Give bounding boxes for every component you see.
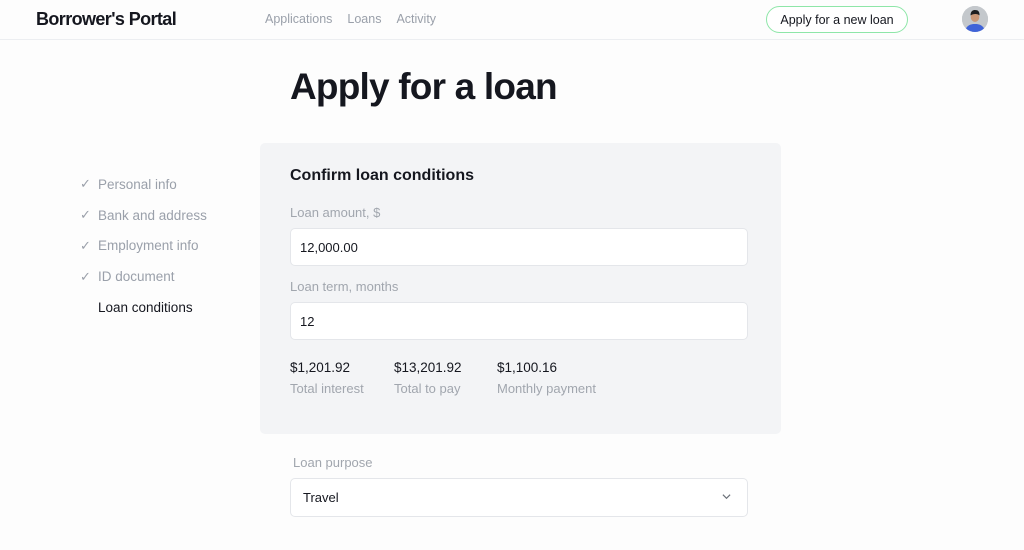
chevron-down-icon	[722, 494, 731, 500]
step-label: Loan conditions	[98, 300, 193, 316]
checkmark-icon: ✓	[80, 268, 91, 284]
checkmark-icon: ✓	[80, 237, 91, 253]
step-label: Bank and address	[98, 207, 207, 223]
step-label: Employment info	[98, 238, 199, 254]
avatar-person-icon	[962, 6, 988, 32]
loan-purpose-select[interactable]: Travel	[290, 478, 748, 517]
monthly-payment-stat: $1,100.16 Monthly payment	[497, 360, 596, 396]
loan-term-label: Loan term, months	[290, 279, 399, 294]
step-label: Personal info	[98, 176, 177, 192]
step-employment-info[interactable]: ✓ Employment info	[80, 231, 207, 262]
stat-value: $13,201.92	[394, 360, 462, 375]
stat-label: Monthly payment	[497, 381, 596, 396]
step-personal-info[interactable]: ✓ Personal info	[80, 169, 207, 200]
stat-value: $1,201.92	[290, 360, 351, 375]
nav-loans[interactable]: Loans	[347, 12, 381, 26]
user-avatar-icon[interactable]	[962, 6, 988, 32]
card-title: Confirm loan conditions	[290, 167, 474, 184]
selected-purpose: Travel	[303, 490, 339, 505]
nav-applications[interactable]: Applications	[265, 12, 332, 26]
stat-label: Total to pay	[394, 381, 461, 396]
main-nav: Applications Loans Activity	[265, 12, 451, 26]
total-to-pay-stat: $13,201.92 Total to pay	[394, 360, 462, 396]
apply-new-loan-button[interactable]: Apply for a new loan	[766, 6, 908, 33]
loan-purpose-label: Loan purpose	[293, 455, 373, 470]
step-loan-conditions[interactable]: Loan conditions	[80, 292, 207, 323]
step-label: ID document	[98, 269, 175, 285]
loan-term-input[interactable]: 12	[290, 302, 748, 340]
loan-amount-label: Loan amount, $	[290, 205, 381, 220]
step-id-document[interactable]: ✓ ID document	[80, 261, 207, 292]
step-bank-and-address[interactable]: ✓ Bank and address	[80, 200, 207, 231]
checkmark-icon: ✓	[80, 207, 91, 223]
loan-conditions-card: Confirm loan conditions Loan amount, $ 1…	[260, 143, 781, 434]
loan-amount-input[interactable]: 12,000.00	[290, 228, 748, 266]
stat-label: Total interest	[290, 381, 364, 396]
nav-activity[interactable]: Activity	[396, 12, 436, 26]
total-interest-stat: $1,201.92 Total interest	[290, 360, 364, 396]
stat-value: $1,100.16	[497, 360, 558, 375]
app-logo[interactable]: Borrower's Portal	[36, 9, 177, 30]
page-title: Apply for a loan	[290, 66, 558, 107]
checkmark-icon: ✓	[80, 176, 91, 192]
application-steps: ✓ Personal info ✓ Bank and address ✓ Emp…	[80, 169, 207, 323]
top-header: Borrower's Portal Applications Loans Act…	[0, 0, 1024, 40]
